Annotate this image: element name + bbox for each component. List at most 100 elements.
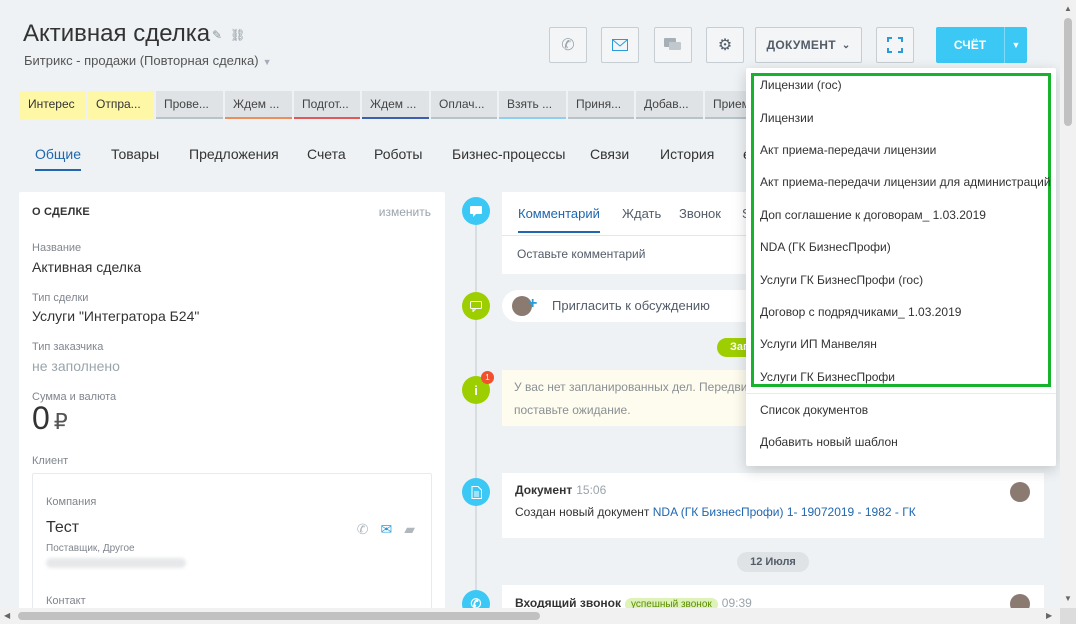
- tab-item[interactable]: История: [660, 146, 714, 162]
- stage-color-bar: [88, 117, 154, 119]
- document-event: Документ 15:06 Создан новый документ NDA …: [502, 473, 1044, 538]
- stage-label: Ждем ...: [233, 97, 280, 111]
- stage-item[interactable]: Добав...: [636, 91, 703, 119]
- scroll-up-arrow[interactable]: ▲: [1064, 4, 1072, 13]
- stage-label: Прием: [713, 97, 750, 111]
- scroll-thumb[interactable]: [18, 612, 540, 620]
- tab-item[interactable]: Товары: [111, 146, 159, 162]
- stage-item[interactable]: Оплач...: [431, 91, 497, 119]
- call-button[interactable]: ✆: [549, 27, 587, 63]
- stage-label: Подгот...: [302, 97, 349, 111]
- horizontal-scrollbar[interactable]: ◀ ▶: [0, 608, 1060, 624]
- tab-comment[interactable]: Комментарий: [518, 206, 600, 233]
- stage-item[interactable]: Прове...: [156, 91, 223, 119]
- menu-item-template[interactable]: Договор с подрядчиками_ 1.03.2019: [760, 305, 961, 319]
- tab-item[interactable]: Связи: [590, 146, 629, 162]
- menu-item-add-template[interactable]: Добавить новый шаблон: [760, 435, 898, 449]
- tab-item[interactable]: Роботы: [374, 146, 422, 162]
- scroll-thumb[interactable]: [1064, 18, 1072, 126]
- envelope-icon[interactable]: ✉: [380, 521, 392, 537]
- menu-item-template[interactable]: Услуги ГК БизнесПрофи: [760, 370, 895, 384]
- menu-item-template[interactable]: Услуги ИП Манвелян: [760, 337, 877, 351]
- pencil-icon[interactable]: ✎: [212, 28, 222, 42]
- menu-item-template[interactable]: Акт приема-передачи лицензии: [760, 143, 936, 157]
- customer-type-value[interactable]: не заполнено: [32, 358, 120, 374]
- document-button[interactable]: ДОКУМЕНТ ⌄: [755, 27, 862, 63]
- stage-label: Оплач...: [439, 97, 485, 111]
- tab-item[interactable]: Предложения: [189, 146, 279, 162]
- company-name[interactable]: Тест: [46, 519, 79, 537]
- tab-item[interactable]: Общие: [35, 146, 82, 171]
- name-value[interactable]: Активная сделка: [32, 259, 141, 275]
- phone-icon: ✆: [561, 37, 575, 54]
- stage-label: Отпра...: [96, 97, 141, 111]
- vertical-scrollbar[interactable]: ▲ ▼: [1060, 0, 1076, 608]
- gear-icon: ⚙: [717, 37, 733, 54]
- stage-item[interactable]: Ждем ...: [225, 91, 292, 119]
- menu-item-template[interactable]: Лицензии (гос): [760, 78, 842, 92]
- scroll-left-arrow[interactable]: ◀: [4, 611, 10, 620]
- customer-type-label: Тип заказчика: [32, 341, 104, 353]
- stage-item[interactable]: Интерес: [20, 91, 86, 119]
- email-button[interactable]: [601, 27, 639, 63]
- menu-item-document-list[interactable]: Список документов: [760, 403, 868, 417]
- notice-line-1: У вас нет запланированных дел. Передвин: [514, 380, 755, 394]
- scroll-right-arrow[interactable]: ▶: [1046, 611, 1052, 620]
- page-title: Активная сделка: [23, 20, 211, 47]
- client-label: Клиент: [32, 455, 69, 467]
- plus-icon: +: [528, 295, 538, 312]
- deal-tabs: Общие Товары Предложения Счета Роботы Бизнес-…: [20, 140, 760, 176]
- menu-item-template[interactable]: Лицензии: [760, 111, 814, 125]
- phone-icon[interactable]: ✆: [357, 521, 369, 537]
- stage-item[interactable]: Ждем ...: [362, 91, 429, 119]
- chat-icon: [664, 38, 681, 50]
- stage-color-bar: [636, 117, 703, 119]
- sum-value[interactable]: 0 ₽: [32, 400, 68, 437]
- pipeline-label: Битрикс - продажи (Повторная сделка): [24, 53, 259, 68]
- stage-color-bar: [294, 117, 360, 119]
- chat-icon[interactable]: ▰: [404, 521, 415, 537]
- stage-item[interactable]: Отпра...: [88, 91, 154, 119]
- stage-color-bar: [20, 117, 86, 119]
- stage-item[interactable]: Подгот...: [294, 91, 360, 119]
- company-label: Компания: [46, 496, 97, 508]
- contact-label: Контакт: [46, 595, 86, 607]
- invoice-button[interactable]: СЧЁТ ▼: [936, 27, 1027, 63]
- fullscreen-button[interactable]: [876, 27, 914, 63]
- chat-button[interactable]: [654, 27, 692, 63]
- pipeline-selector[interactable]: Битрикс - продажи (Повторная сделка) ▼: [24, 53, 272, 68]
- tab-wait[interactable]: Ждать: [622, 206, 661, 221]
- deal-type-value[interactable]: Услуги "Интегратора Б24": [32, 308, 199, 324]
- envelope-icon: [612, 39, 628, 51]
- scroll-down-arrow[interactable]: ▼: [1064, 594, 1072, 603]
- stage-item[interactable]: Прием: [705, 91, 750, 119]
- sum-amount: 0: [32, 400, 50, 436]
- menu-item-template[interactable]: Услуги ГК БизнесПрофи (гос): [760, 273, 923, 287]
- invite-to-discussion[interactable]: + Пригласить к обсуждению: [502, 290, 752, 322]
- menu-item-template[interactable]: Доп соглашение к договорам_ 1.03.2019: [760, 208, 986, 222]
- invoice-dropdown-arrow[interactable]: ▼: [1004, 27, 1027, 63]
- tab-call[interactable]: Звонок: [679, 206, 721, 221]
- title-actions: ✎ ⛓: [212, 28, 253, 42]
- timeline-editor: Комментарий Ждать Звонок S Оставьте комм…: [502, 192, 752, 274]
- stage-label: Интерес: [28, 97, 75, 111]
- link-icon[interactable]: ⛓: [230, 28, 245, 42]
- stage-label: Ждем ...: [370, 97, 417, 111]
- tab-item[interactable]: Бизнес-процессы: [452, 146, 565, 162]
- company-type: Поставщик, Другое: [46, 543, 135, 554]
- stage-color-bar: [225, 117, 292, 119]
- settings-button[interactable]: ⚙: [706, 27, 744, 63]
- discussion-icon: [462, 292, 490, 320]
- timeline-line: [475, 210, 477, 620]
- about-heading: О СДЕЛКЕ: [32, 206, 90, 218]
- comment-input[interactable]: Оставьте комментарий: [517, 247, 645, 261]
- stage-item[interactable]: Взять ...: [499, 91, 566, 119]
- stage-color-bar: [705, 117, 750, 119]
- tab-item[interactable]: Счета: [307, 146, 346, 162]
- edit-link[interactable]: изменить: [379, 205, 431, 219]
- menu-item-template[interactable]: NDA (ГК БизнесПрофи): [760, 240, 891, 254]
- notice-line-2: поставьте ожидание.: [514, 403, 631, 417]
- document-link[interactable]: NDA (ГК БизнесПрофи) 1- 19072019 - 1982 …: [653, 505, 916, 519]
- menu-item-template[interactable]: Акт приема-передачи лицензии для админис…: [760, 175, 1051, 189]
- stage-item[interactable]: Приня...: [568, 91, 634, 119]
